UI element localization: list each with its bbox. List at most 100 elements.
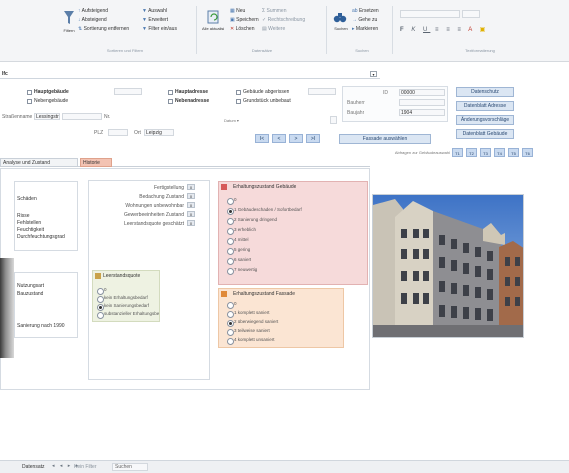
- gebaeude-option-4[interactable]: [227, 238, 234, 245]
- mid-row-value-3[interactable]: 0: [187, 211, 195, 217]
- leerstand-option-2[interactable]: [97, 304, 104, 311]
- gebaeude-option-6[interactable]: [227, 258, 234, 265]
- left-panel-bottom: Nutzungsart Bauzustand Sanierung nach 19…: [14, 272, 78, 338]
- status-filter-text[interactable]: Kein Filter: [74, 464, 97, 470]
- datenblatt-gebaeude-button[interactable]: Datenblatt Gebäude: [456, 129, 514, 139]
- font-size-dropdown[interactable]: [462, 10, 480, 18]
- bold-icon[interactable]: F: [400, 27, 407, 33]
- id-value-field[interactable]: 00000: [399, 89, 445, 96]
- gebaeude-option-0[interactable]: [227, 198, 234, 205]
- gebaeude-option-5-label: 5 gering: [234, 247, 251, 252]
- select-button[interactable]: ▸ Markieren: [352, 26, 387, 32]
- delete-record-button[interactable]: ✕ Löschen: [230, 26, 260, 32]
- ribbon-separator: [392, 6, 393, 54]
- tab-historie[interactable]: Historie: [80, 158, 112, 167]
- gebaeude-option-2[interactable]: [227, 218, 234, 225]
- bauherr-field[interactable]: [399, 99, 445, 106]
- find-button[interactable]: Suchen: [333, 10, 349, 42]
- fassade-option-1[interactable]: [227, 311, 234, 318]
- close-form-icon[interactable]: ▾: [370, 71, 377, 77]
- strasse-field[interactable]: Lessingstraße: [34, 113, 60, 120]
- gebaeude-option-5[interactable]: [227, 248, 234, 255]
- unbebaut-checkbox[interactable]: [236, 99, 241, 104]
- nebengebaeude-checkbox[interactable]: [27, 99, 32, 104]
- advanced-button[interactable]: ▼ Erweitert: [142, 17, 182, 23]
- ort-field[interactable]: Leipzig: [144, 129, 174, 136]
- unbebaut-label: Grundstück unbebaut: [243, 98, 291, 104]
- fassade-option-3[interactable]: [227, 329, 234, 336]
- gebaeude-option-1[interactable]: [227, 208, 234, 215]
- tag-button-6[interactable]: T6: [522, 148, 533, 157]
- format-buttons-row[interactable]: F K U ≡ ≡ ≡ A ▣: [400, 26, 560, 33]
- mid-row-value-0[interactable]: 0: [187, 184, 195, 190]
- mid-row-value-2[interactable]: 0: [187, 202, 195, 208]
- date-dropdown-button[interactable]: [330, 116, 337, 124]
- spelling-button[interactable]: ✓ Rechtschreibung: [262, 17, 317, 23]
- sort-descending-button[interactable]: ↓ Absteigend: [78, 17, 128, 23]
- plz-field[interactable]: [108, 129, 128, 136]
- nav-last-button[interactable]: >I: [306, 134, 320, 143]
- totals-button[interactable]: Σ Summen: [262, 8, 297, 14]
- ribbon-group-label-records: Datensätze: [251, 48, 273, 53]
- filter-button[interactable]: Filtern: [63, 10, 75, 33]
- tag-button-5[interactable]: T5: [508, 148, 519, 157]
- align-center-icon[interactable]: ≡: [446, 27, 453, 33]
- leerstand-option-3[interactable]: [97, 312, 104, 319]
- hauptadresse-checkbox[interactable]: [168, 90, 173, 95]
- italic-icon[interactable]: K: [411, 27, 418, 33]
- id-field[interactable]: [114, 88, 142, 95]
- goto-button[interactable]: → Gehe zu: [352, 17, 387, 23]
- fill-color-icon[interactable]: ▣: [480, 27, 489, 33]
- ribbon-separator: [326, 6, 327, 54]
- fassade-option-1-label: 1 komplett saniert: [234, 310, 270, 315]
- nav-first-button[interactable]: I<: [255, 134, 269, 143]
- tab-analyse[interactable]: Analyse und Zustand: [0, 158, 78, 167]
- fassade-option-4[interactable]: [227, 338, 234, 345]
- mid-row-label-2: Wohnungen unbewohnbar: [125, 203, 184, 209]
- save-record-button[interactable]: ▣ Speichern: [230, 17, 260, 23]
- underline-icon[interactable]: U: [423, 27, 430, 33]
- leerstand-option-1-label: kein Erhaltungsbedarf: [104, 295, 148, 300]
- status-search-field[interactable]: Suchen: [112, 463, 148, 471]
- mid-row-value-1[interactable]: 0: [187, 193, 195, 199]
- align-left-icon[interactable]: ≡: [435, 27, 442, 33]
- abgerissen-checkbox[interactable]: [236, 90, 241, 95]
- strasse-extra-field[interactable]: [62, 113, 102, 120]
- more-button[interactable]: ▤ Weitere: [262, 26, 297, 32]
- aenderungsvorschlaege-button[interactable]: Änderungsvorschläge: [456, 115, 514, 125]
- tag-button-2[interactable]: T2: [466, 148, 477, 157]
- datenblatt-adresse-button[interactable]: Datenblatt Adresse: [456, 101, 514, 111]
- font-color-icon[interactable]: A: [468, 27, 475, 33]
- gebaeude-option-3[interactable]: [227, 228, 234, 235]
- extra-field[interactable]: [308, 88, 336, 95]
- sort-ascending-button[interactable]: ↑ Aufsteigend: [78, 8, 128, 14]
- nav-next-button[interactable]: >: [289, 134, 303, 143]
- fassade-option-0[interactable]: [227, 302, 234, 309]
- tag-button-3[interactable]: T3: [480, 148, 491, 157]
- mid-row-value-4[interactable]: 0: [187, 220, 195, 226]
- leerstand-option-0[interactable]: [97, 288, 104, 295]
- left-item-9: Sanierung nach 1990: [17, 323, 65, 329]
- gebaeude-option-7[interactable]: [227, 268, 234, 275]
- baujahr-field[interactable]: 1904: [399, 109, 445, 116]
- erhaltung-fassade-title: Erhaltungszustand Fassade: [233, 291, 295, 297]
- fassade-option-2[interactable]: [227, 320, 234, 327]
- tag-button-4[interactable]: T4: [494, 148, 505, 157]
- info-box: ID 00000 Bauherr Baujahr 1904: [342, 86, 448, 122]
- align-right-icon[interactable]: ≡: [457, 27, 464, 33]
- new-record-button[interactable]: ▦ Neu: [230, 8, 260, 14]
- remove-sort-button[interactable]: ⇅ Sortierung entfernen: [78, 26, 138, 32]
- leerstand-option-1[interactable]: [97, 296, 104, 303]
- refresh-all-button[interactable]: Alle aktualisieren: [202, 10, 224, 42]
- replace-button[interactable]: ab Ersetzen: [352, 8, 387, 14]
- toggle-filter-button[interactable]: ▼ Filter ein/aus: [142, 26, 187, 32]
- bauherr-caption: Bauherr: [347, 100, 365, 106]
- nebenadresse-checkbox[interactable]: [168, 99, 173, 104]
- font-name-dropdown[interactable]: [400, 10, 460, 18]
- hauptgebaeude-checkbox[interactable]: [27, 90, 32, 95]
- fassade-auswaehlen-button[interactable]: Fassade auswählen: [339, 134, 431, 144]
- selection-button[interactable]: ▼ Auswahl: [142, 8, 182, 14]
- tag-button-1[interactable]: T1: [452, 148, 463, 157]
- datenschutz-button[interactable]: Datenschutz: [456, 87, 514, 97]
- nav-prev-button[interactable]: <: [272, 134, 286, 143]
